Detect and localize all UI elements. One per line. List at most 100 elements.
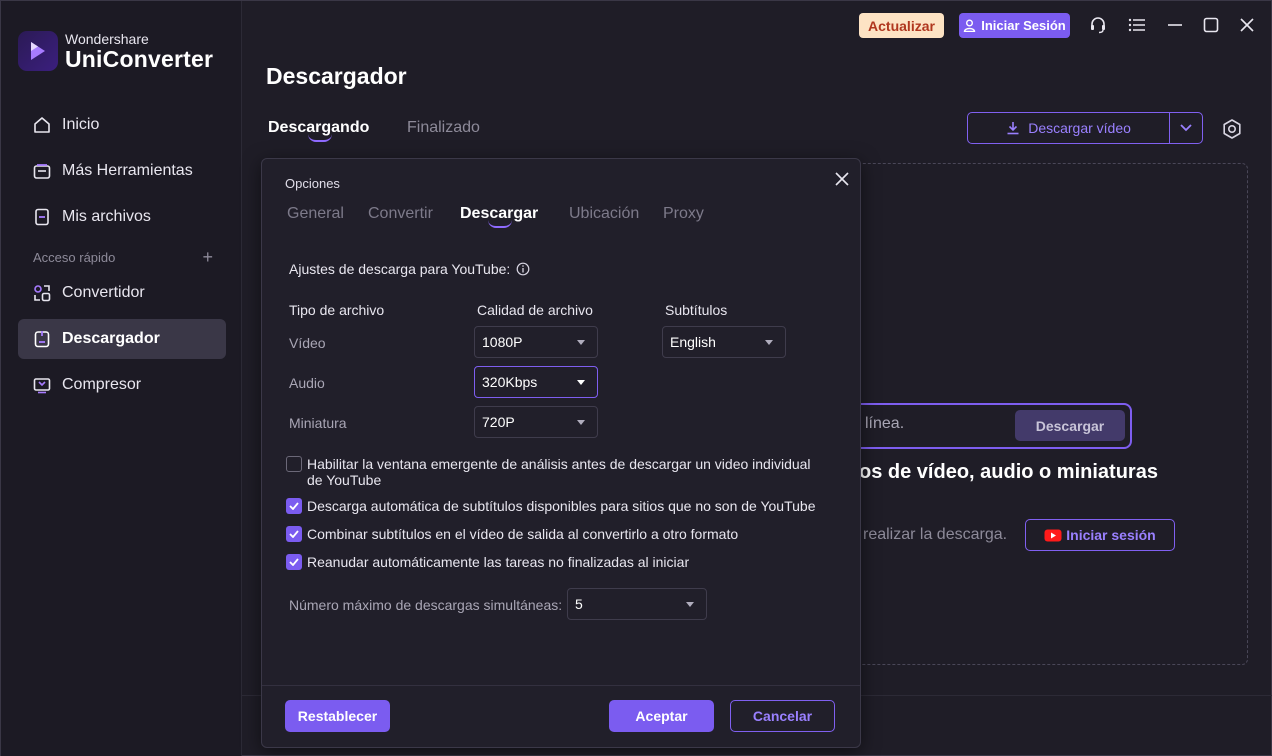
sidebar-item-descargador[interactable]: Descargador bbox=[18, 319, 226, 359]
converter-icon bbox=[32, 283, 52, 303]
checkbox-label: Habilitar la ventana emergente de anális… bbox=[307, 456, 811, 488]
youtube-login-button[interactable]: Iniciar sesión bbox=[1025, 519, 1175, 551]
hint-title: os de vídeo, audio o miniaturas bbox=[859, 461, 1158, 483]
checkbox-label: Combinar subtítulos en el vídeo de salid… bbox=[307, 526, 739, 542]
checkbox-row-resume-tasks[interactable]: Reanudar automáticamente las tareas no f… bbox=[286, 554, 826, 570]
reset-button[interactable]: Restablecer bbox=[285, 700, 390, 732]
max-downloads-value: 5 bbox=[575, 596, 583, 612]
sidebar-item-label: Descargador bbox=[62, 330, 160, 347]
quick-access-label: Acceso rápido bbox=[33, 250, 116, 265]
section-title-text: Ajustes de descarga para YouTube: bbox=[289, 261, 511, 277]
active-tab-indicator bbox=[308, 134, 332, 142]
download-options-dropdown[interactable] bbox=[1170, 113, 1202, 143]
caret-down-icon bbox=[577, 379, 585, 385]
files-icon bbox=[32, 207, 52, 227]
row-label-thumbnail: Miniatura bbox=[289, 415, 347, 431]
audio-quality-value: 320Kbps bbox=[482, 374, 538, 390]
check-icon bbox=[289, 558, 299, 566]
home-icon bbox=[32, 115, 52, 135]
sidebar-item-label: Mis archivos bbox=[62, 208, 151, 225]
dialog-title: Opciones bbox=[285, 176, 340, 191]
dialog-tab-general[interactable]: General bbox=[287, 205, 344, 223]
maximize-icon[interactable] bbox=[1201, 15, 1221, 35]
brand-product: UniConverter bbox=[65, 46, 214, 72]
brand-company: Wondershare bbox=[65, 31, 149, 47]
page-title: Descargador bbox=[266, 63, 407, 89]
row-label-video: Vídeo bbox=[289, 335, 326, 351]
toolbox-icon bbox=[32, 161, 52, 181]
check-icon bbox=[289, 502, 299, 510]
dialog-tab-ubicacion[interactable]: Ubicación bbox=[569, 205, 639, 223]
sidebar-item-archivos[interactable]: Mis archivos bbox=[18, 197, 226, 237]
checkbox-row-auto-subtitles[interactable]: Descarga automática de subtítulos dispon… bbox=[286, 498, 826, 514]
user-icon bbox=[964, 19, 976, 32]
video-quality-value: 1080P bbox=[482, 334, 523, 350]
sidebar: Wondershare UniConverter Inicio Más Herr… bbox=[1, 1, 242, 756]
dialog-footer-divider bbox=[262, 685, 860, 686]
sidebar-item-convertidor[interactable]: Convertidor bbox=[18, 273, 226, 313]
sidebar-item-inicio[interactable]: Inicio bbox=[18, 105, 226, 145]
download-icon bbox=[1007, 122, 1019, 135]
checkbox-row-merge-subtitles[interactable]: Combinar subtítulos en el vídeo de salid… bbox=[286, 526, 826, 542]
column-header-type: Tipo de archivo bbox=[289, 302, 385, 318]
dialog-tab-convertir[interactable]: Convertir bbox=[368, 205, 433, 223]
url-input-text: línea. bbox=[865, 415, 905, 432]
info-icon[interactable] bbox=[516, 262, 530, 276]
checkbox-unchecked[interactable] bbox=[286, 456, 302, 472]
options-dialog: Opciones General Convertir Descargar Ubi… bbox=[261, 158, 861, 748]
row-label-audio: Audio bbox=[289, 375, 325, 391]
max-downloads-select[interactable]: 5 bbox=[567, 588, 707, 620]
hint-text: realizar la descarga. bbox=[863, 526, 1008, 543]
sidebar-item-herramientas[interactable]: Más Herramientas bbox=[18, 151, 226, 191]
thumbnail-quality-value: 720P bbox=[482, 414, 515, 430]
caret-down-icon bbox=[577, 419, 585, 425]
login-button[interactable]: Iniciar Sesión bbox=[959, 13, 1070, 38]
tab-finalizado[interactable]: Finalizado bbox=[407, 119, 480, 137]
login-label: Iniciar Sesión bbox=[981, 18, 1066, 33]
dialog-tab-proxy[interactable]: Proxy bbox=[663, 205, 704, 223]
download-video-label: Descargar vídeo bbox=[1028, 120, 1131, 136]
gear-icon bbox=[1223, 119, 1241, 139]
sidebar-item-label: Inicio bbox=[62, 116, 100, 133]
download-video-button[interactable]: Descargar vídeo bbox=[968, 113, 1171, 143]
caret-down-icon bbox=[765, 339, 773, 345]
caret-down-icon bbox=[686, 601, 694, 607]
sidebar-item-compresor[interactable]: Compresor bbox=[18, 365, 226, 405]
download-video-button-group: Descargar vídeo bbox=[967, 112, 1203, 144]
close-icon bbox=[835, 172, 849, 186]
column-header-quality: Calidad de archivo bbox=[477, 302, 593, 318]
download-url-button[interactable]: Descargar bbox=[1015, 410, 1125, 441]
subtitle-language-select[interactable]: English bbox=[662, 326, 786, 358]
checkbox-checked[interactable] bbox=[286, 526, 302, 542]
menu-icon[interactable] bbox=[1127, 15, 1147, 35]
checkbox-checked[interactable] bbox=[286, 498, 302, 514]
video-quality-select[interactable]: 1080P bbox=[474, 326, 598, 358]
checkbox-label: Descarga automática de subtítulos dispon… bbox=[307, 498, 816, 514]
caret-down-icon bbox=[577, 339, 585, 345]
checkbox-checked[interactable] bbox=[286, 554, 302, 570]
downloader-icon bbox=[32, 329, 52, 349]
max-downloads-label: Número máximo de descargas simultáneas: bbox=[289, 597, 563, 613]
close-window-icon[interactable] bbox=[1237, 15, 1257, 35]
support-icon[interactable] bbox=[1088, 15, 1108, 35]
dialog-close-button[interactable] bbox=[833, 170, 851, 188]
upgrade-button[interactable]: Actualizar bbox=[859, 13, 944, 38]
audio-quality-select[interactable]: 320Kbps bbox=[474, 366, 598, 398]
minimize-icon[interactable] bbox=[1165, 15, 1185, 35]
youtube-icon bbox=[1044, 529, 1062, 541]
thumbnail-quality-select[interactable]: 720P bbox=[474, 406, 598, 438]
checkbox-row-analysis-popup[interactable]: Habilitar la ventana emergente de anális… bbox=[286, 456, 826, 488]
youtube-login-label: Iniciar sesión bbox=[1066, 527, 1156, 543]
sidebar-item-label: Convertidor bbox=[62, 284, 145, 301]
sidebar-item-label: Compresor bbox=[62, 376, 142, 393]
column-header-subtitles: Subtítulos bbox=[665, 302, 728, 318]
compressor-icon bbox=[32, 375, 52, 395]
check-icon bbox=[289, 530, 299, 538]
settings-button[interactable] bbox=[1221, 118, 1243, 140]
brand: Wondershare UniConverter bbox=[18, 31, 213, 71]
cancel-button[interactable]: Cancelar bbox=[730, 700, 835, 732]
sidebar-item-label: Más Herramientas bbox=[62, 162, 193, 179]
accept-button[interactable]: Aceptar bbox=[609, 700, 714, 732]
add-quick-access-icon[interactable]: + bbox=[202, 248, 213, 266]
app-logo-icon bbox=[18, 31, 58, 71]
